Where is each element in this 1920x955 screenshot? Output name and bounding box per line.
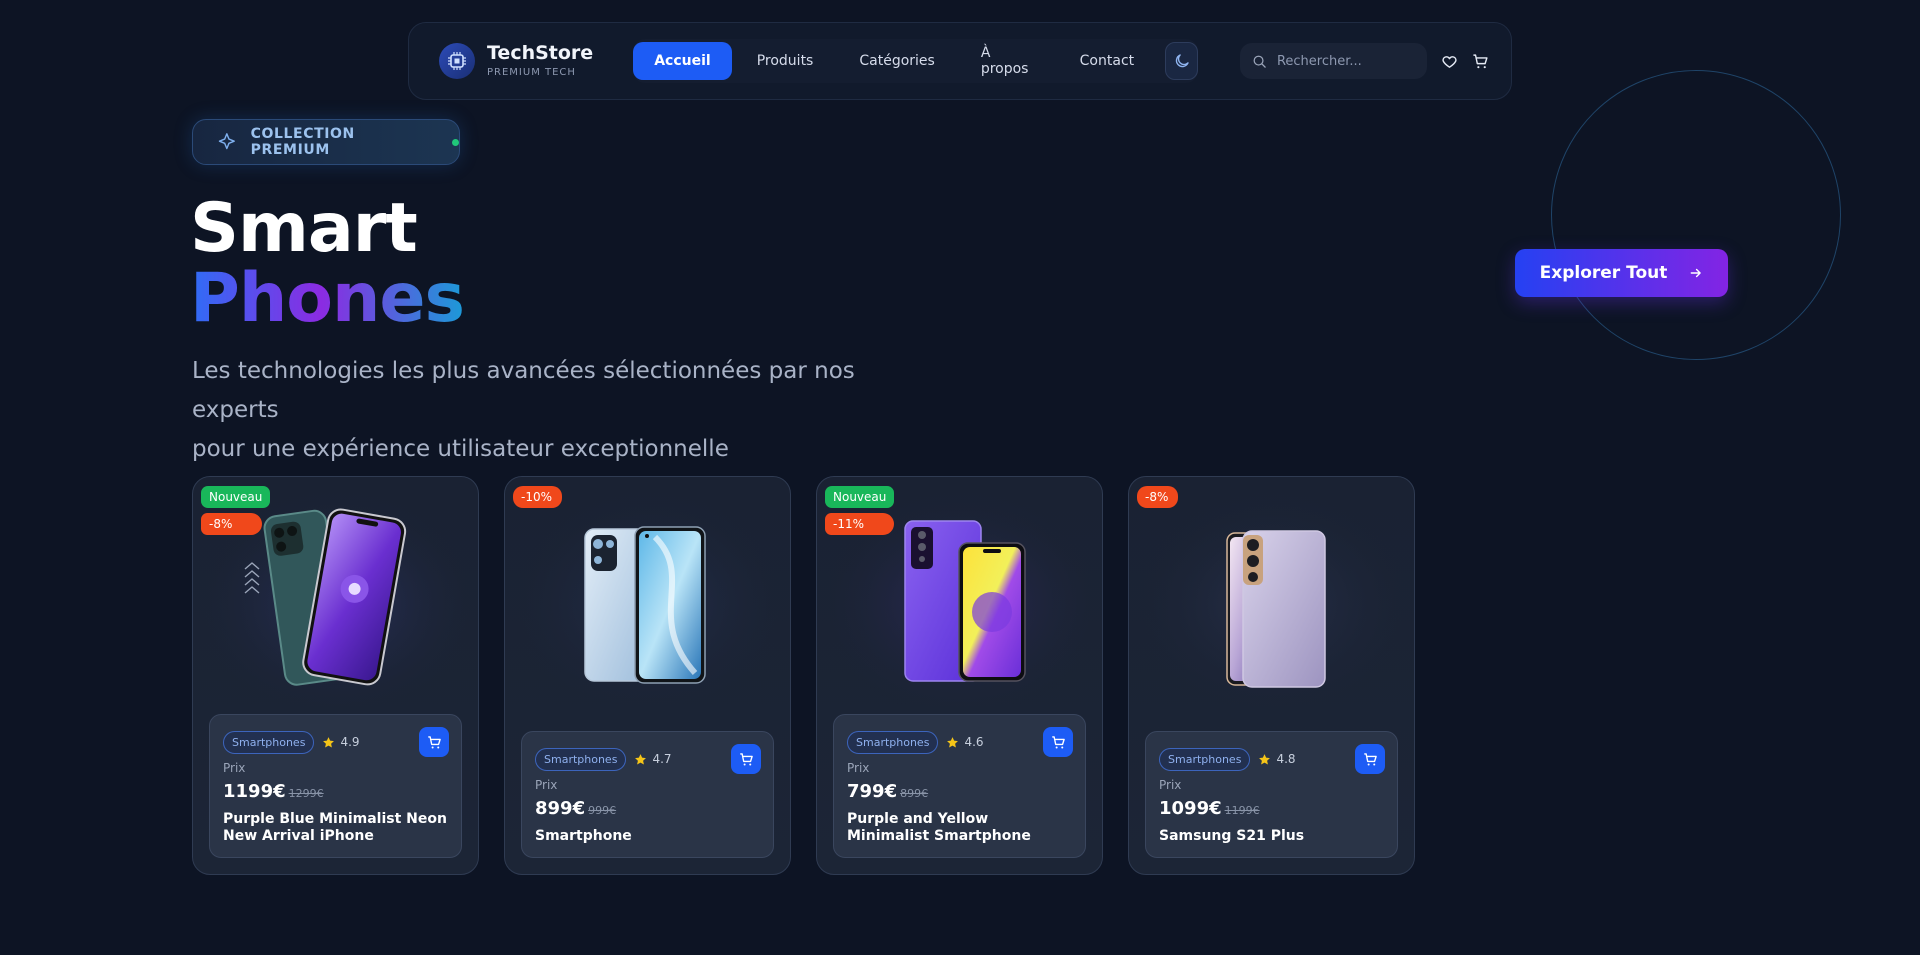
product-card[interactable]: Nouveau -11% Smartphones 4.6 Prix 799€ 8… [816,476,1103,875]
rating: 4.9 [322,735,360,749]
price-label: Prix [1159,778,1182,792]
rating-value: 4.7 [652,752,672,766]
product-info: Smartphones 4.6 Prix 799€ 899€ Purple an… [833,714,1086,858]
category-chip[interactable]: Smartphones [1159,747,1251,771]
brand[interactable]: TechStore PREMIUM TECH [439,42,593,80]
add-to-cart-button[interactable] [731,744,761,774]
arrow-right-icon [1690,268,1702,278]
decorative-circle [1551,70,1841,360]
product-info: Smartphones 4.9 Prix 1199€ 1299€ Purple … [209,714,462,858]
hero-description: Les technologies les plus avancées sélec… [192,352,912,469]
add-to-cart-button[interactable] [1355,744,1385,774]
product-info: Smartphones 4.8 Prix 1099€ 1199€ Samsung… [1145,731,1398,858]
cart-icon [1473,53,1488,68]
rating: 4.6 [946,735,984,749]
brand-tagline: PREMIUM TECH [487,67,576,78]
old-price: 1199€ [1224,804,1260,817]
product-image-smartphone [505,477,790,707]
brand-name: TechStore [487,42,594,64]
star-icon [635,753,647,764]
price-label: Prix [223,761,246,775]
price-label: Prix [847,761,870,775]
discount-badge: -8% [1137,486,1179,508]
product-name[interactable]: Purple and Yellow Minimalist Smartphone [847,811,1073,845]
hero-description-line2: pour une expérience utilisateur exceptio… [192,436,729,462]
collection-badge: COLLECTION PREMIUM [192,119,460,165]
price: 799€ [847,781,898,802]
product-image-purple-yellow [817,477,1102,707]
moon-icon [1175,54,1189,68]
product-grid: Nouveau -8% Smartphones 4.9 Prix 1199€ 1… [192,476,1415,875]
hero-title-line2: Phones [190,259,465,338]
cart-icon [739,752,753,765]
price: 1199€ [223,781,286,802]
search-bar [1239,43,1427,79]
category-chip[interactable]: Smartphones [535,747,627,771]
add-to-cart-button[interactable] [1043,727,1073,757]
explore-all-button[interactable]: Explorer Tout [1515,249,1728,297]
product-card[interactable]: Nouveau -8% Smartphones 4.9 Prix 1199€ 1… [192,476,479,875]
old-price: 899€ [900,787,929,800]
nav-item-a-propos[interactable]: À propos [960,42,1055,80]
new-badge: Nouveau [825,486,895,508]
cart-button[interactable] [1472,47,1489,75]
price: 899€ [535,798,586,819]
explore-all-label: Explorer Tout [1539,263,1668,283]
category-chip[interactable]: Smartphones [223,730,315,754]
hero-description-line1: Les technologies les plus avancées sélec… [192,358,855,423]
product-card[interactable]: -8% Smartphones 4.8 Prix 1099€ 1199€ Sam… [1128,476,1415,875]
product-info: Smartphones 4.7 Prix 899€ 999€ Smartphon… [521,731,774,858]
cart-icon [427,735,441,748]
product-name[interactable]: Smartphone [535,828,761,845]
nav-item-accueil[interactable]: Accueil [633,42,732,80]
price: 1099€ [1159,798,1222,819]
rating-value: 4.6 [964,735,984,749]
top-navbar: TechStore PREMIUM TECH Accueil Produits … [408,22,1512,100]
new-badge: Nouveau [201,486,271,508]
chip-icon [439,43,475,79]
star-icon [947,736,959,747]
product-name[interactable]: Purple Blue Minimalist Neon New Arrival … [223,811,449,845]
category-chip[interactable]: Smartphones [847,730,939,754]
nav-item-contact[interactable]: Contact [1059,42,1155,80]
product-image-iphone [193,477,478,707]
discount-badge: -10% [513,486,563,508]
heart-icon [1442,55,1457,68]
theme-toggle-button[interactable] [1165,42,1198,80]
search-input[interactable] [1276,53,1427,69]
rating-value: 4.8 [1276,752,1296,766]
rating-value: 4.9 [340,735,360,749]
price-label: Prix [535,778,558,792]
status-dot [452,138,460,146]
rating: 4.7 [634,752,672,766]
rating: 4.8 [1258,752,1296,766]
sparkle-icon [218,133,235,150]
discount-badge: -11% [825,513,895,535]
old-price: 1299€ [288,787,324,800]
product-name[interactable]: Samsung S21 Plus [1159,828,1385,845]
hero-title-line1: Smart [190,189,418,268]
star-icon [323,736,335,747]
nav-item-categories[interactable]: Catégories [838,42,955,80]
cart-icon [1363,752,1377,765]
product-image-samsung-s21 [1129,477,1414,707]
discount-badge: -8% [201,513,263,535]
search-icon [1253,55,1266,68]
product-card[interactable]: -10% Smartphones 4.7 Prix 899€ 999€ Smar… [504,476,791,875]
star-icon [1259,753,1271,764]
nav-item-produits[interactable]: Produits [736,42,835,80]
add-to-cart-button[interactable] [419,727,449,757]
old-price: 999€ [588,804,617,817]
badge-label: COLLECTION PREMIUM [250,126,355,158]
nav-menu: Accueil Produits Catégories À propos Con… [633,39,1198,83]
wishlist-button[interactable] [1441,47,1458,75]
cart-icon [1051,735,1065,748]
